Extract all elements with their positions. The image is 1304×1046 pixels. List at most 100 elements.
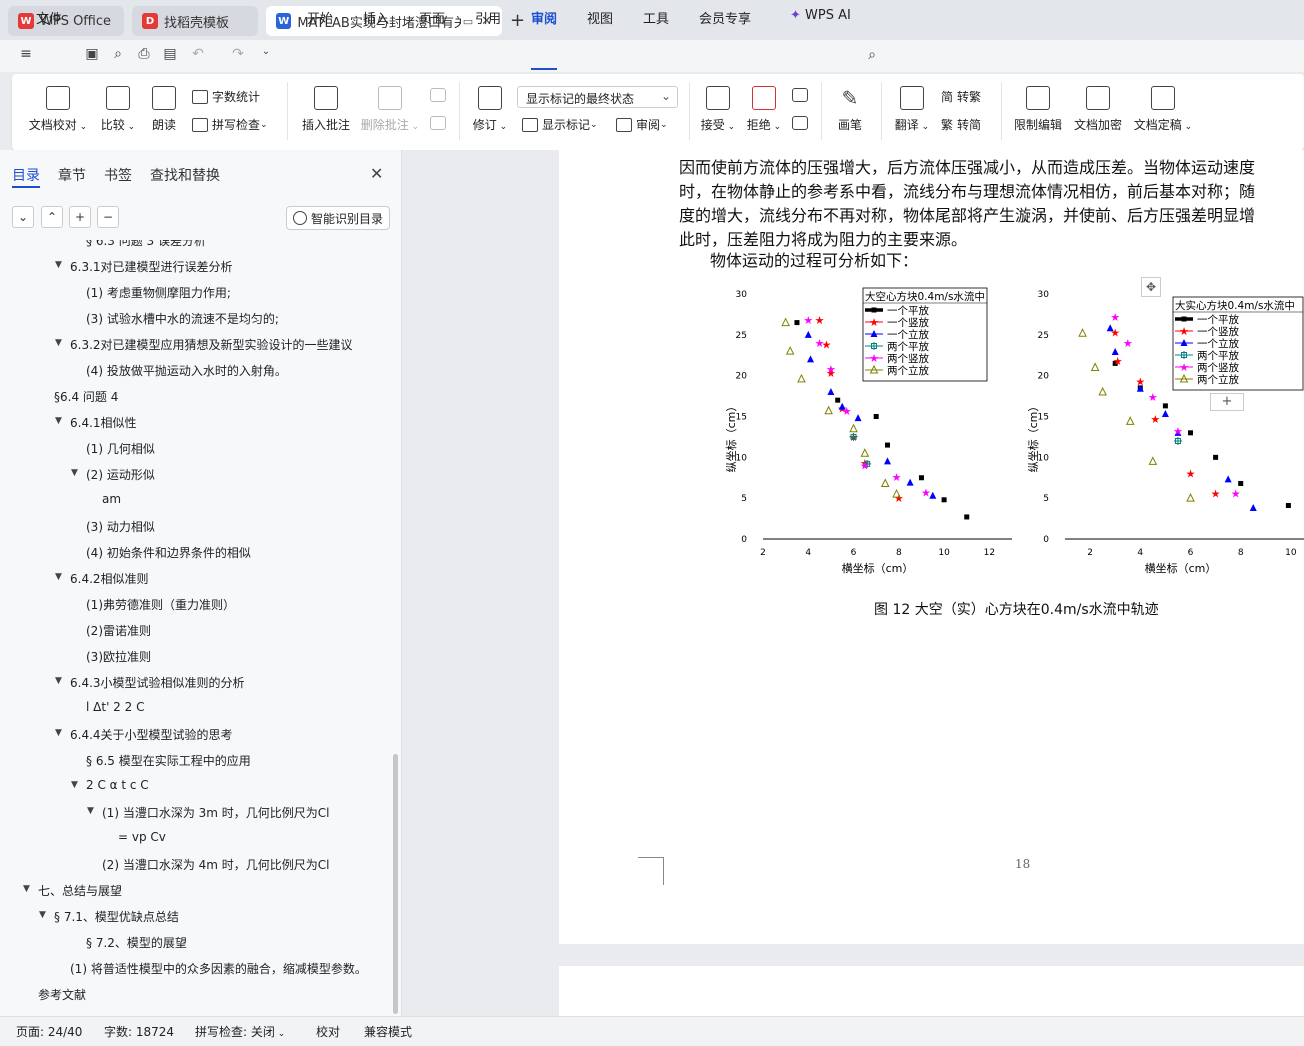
toc-item[interactable]: 6.4.4关于小型模型试验的思考 xyxy=(70,726,233,743)
toc-item[interactable]: §6.4 问题 4 xyxy=(54,388,118,405)
previous-comment-button[interactable] xyxy=(428,88,448,108)
tab-docer-templates[interactable]: D 找稻壳模板 xyxy=(132,6,258,36)
toc-item[interactable]: § 7.1、模型优缺点总结 xyxy=(54,908,179,925)
next-change-button[interactable] xyxy=(790,116,810,136)
toc-item[interactable]: (3)欧拉准则 xyxy=(86,648,151,665)
toc-item[interactable]: am xyxy=(102,492,121,506)
toc-item[interactable]: (2)雷诺准则 xyxy=(86,622,151,639)
toc-item[interactable]: l Δt' 2 2 C xyxy=(86,700,144,714)
toc-item[interactable]: (3) 试验水槽中水的流速不是均匀的; xyxy=(86,310,279,327)
menu-references[interactable]: 引用 xyxy=(475,8,501,27)
toc-item[interactable]: (3) 动力相似 xyxy=(86,518,155,535)
toc-item[interactable]: (4) 投放做平抛运动入水时的入射角。 xyxy=(86,362,287,379)
move-handle-icon[interactable]: ✥ xyxy=(1141,277,1161,297)
menu-tools[interactable]: 工具 xyxy=(643,8,669,27)
toc-expand-arrow-icon[interactable]: ▼ xyxy=(55,338,62,348)
save-icon[interactable]: ▣ xyxy=(84,46,100,62)
toc-item[interactable]: 七、总结与展望 xyxy=(38,882,122,899)
translate-button[interactable]: 翻译 ⌄ xyxy=(892,86,932,133)
toc-item[interactable]: (1) 几何相似 xyxy=(86,440,155,457)
smart-toc-button[interactable]: 智能识别目录 xyxy=(286,206,390,230)
toc-item[interactable]: (2) 运动形似 xyxy=(86,466,155,483)
toc-expand-arrow-icon[interactable]: ▼ xyxy=(39,910,46,920)
toc-expand-arrow-icon[interactable]: ▼ xyxy=(55,676,62,686)
toc-item[interactable]: = vp Cv xyxy=(118,830,166,844)
spell-check-status[interactable]: 拼写检查: 关闭 ⌄ xyxy=(195,1023,285,1040)
trajectory-chart-solid[interactable]: 2 4 6 8 10051015202530横坐标（cm）纵坐标（cm）★★★★★★★★… xyxy=(1013,278,1304,578)
sidebar-scrollbar[interactable] xyxy=(393,754,398,1014)
previous-change-button[interactable] xyxy=(790,88,810,108)
toc-expand-arrow-icon[interactable]: ▼ xyxy=(71,468,78,478)
to-simplified-button[interactable]: 繁转简 xyxy=(941,116,981,133)
tab-toc[interactable]: 目录 xyxy=(12,165,40,185)
toc-item[interactable]: (4) 初始条件和边界条件的相似 xyxy=(86,544,251,561)
reject-button[interactable]: 拒绝 ⌄ xyxy=(746,86,782,133)
toc-expand-arrow-icon[interactable]: ▼ xyxy=(55,572,62,582)
menu-review[interactable]: 审阅 xyxy=(531,8,557,27)
add-heading-button[interactable]: + xyxy=(69,206,91,228)
tab-find-replace[interactable]: 查找和替换 xyxy=(150,165,220,185)
trajectory-chart-hollow[interactable]: 2 4 6 8 10 12051015202530横坐标（cm）纵坐标（cm）★★★★★★… xyxy=(707,278,1037,578)
toc-item[interactable]: (1) 考虑重物侧摩阻力作用; xyxy=(86,284,231,301)
toc-expand-arrow-icon[interactable]: ▼ xyxy=(55,260,62,270)
toc-item[interactable]: 6.4.3小模型试验相似准则的分析 xyxy=(70,674,245,691)
toc-expand-arrow-icon[interactable]: ▼ xyxy=(87,806,94,816)
to-traditional-button[interactable]: 简转繁 xyxy=(941,88,981,105)
toc-item[interactable]: (1)弗劳德准则（重力准则） xyxy=(86,596,235,613)
image-add-button[interactable]: + xyxy=(1210,393,1244,411)
next-comment-button[interactable] xyxy=(428,116,448,136)
markup-state-select[interactable]: 显示标记的最终状态 ⌄ xyxy=(517,86,678,108)
print-preview-icon[interactable]: ▤ xyxy=(162,46,178,62)
toc-item[interactable]: 参考文献 xyxy=(38,986,86,1003)
hamburger-menu-icon[interactable]: ≡ xyxy=(18,46,34,62)
toc-expand-arrow-icon[interactable]: ▼ xyxy=(55,728,62,738)
doc-finalize-button[interactable]: 文档定稿 ⌄ xyxy=(1132,86,1194,133)
restrict-edit-button[interactable]: 限制编辑 xyxy=(1012,86,1064,133)
toc-item[interactable]: § 7.2、模型的展望 xyxy=(86,934,187,951)
toc-item[interactable]: 6.4.2相似准则 xyxy=(70,570,149,587)
menu-page[interactable]: 页面 xyxy=(419,8,445,27)
share-icon[interactable]: ⌕ xyxy=(110,46,126,62)
word-count-button[interactable]: 字数统计 xyxy=(192,88,260,105)
menu-membership[interactable]: 会员专享 xyxy=(699,8,751,27)
toc-item[interactable]: § 6.5 模型在实际工程中的应用 xyxy=(86,752,251,769)
page-indicator[interactable]: 页面: 24/40 xyxy=(16,1023,82,1040)
toc-expand-arrow-icon[interactable]: ▼ xyxy=(55,416,62,426)
pen-button[interactable]: ✎ 画笔 xyxy=(834,86,866,133)
toc-expand-arrow-icon[interactable]: ▼ xyxy=(71,780,78,790)
undo-icon[interactable]: ↶ xyxy=(190,46,206,62)
toc-expand-arrow-icon[interactable]: ▼ xyxy=(23,884,30,894)
tab-sections[interactable]: 章节 xyxy=(58,165,86,185)
word-count-indicator[interactable]: 字数: 18724 xyxy=(104,1023,174,1040)
show-markup-button[interactable]: 显示标记 ⌄ xyxy=(522,116,598,133)
accept-button[interactable]: 接受 ⌄ xyxy=(700,86,736,133)
toc-item[interactable]: 6.3.2对已建模型应用猜想及新型实验设计的一些建议 xyxy=(70,336,353,353)
new-tab-icon[interactable]: + xyxy=(510,10,525,31)
tab-wps-office[interactable]: W WPS Office xyxy=(8,6,124,36)
print-icon[interactable]: ⎙ xyxy=(136,46,152,62)
menu-file[interactable]: 文件 xyxy=(36,8,62,27)
menu-home[interactable]: 开始 xyxy=(307,8,333,27)
search-icon[interactable]: ⌕ xyxy=(864,47,880,63)
toc-item[interactable]: 2 C α t c C xyxy=(86,778,149,792)
review-pane-button[interactable]: 审阅 ⌄ xyxy=(616,116,668,133)
toc-item[interactable]: 6.4.1相似性 xyxy=(70,414,137,431)
expand-up-button[interactable]: ⌃ xyxy=(41,206,63,228)
doc-encrypt-button[interactable]: 文档加密 xyxy=(1072,86,1124,133)
remove-heading-button[interactable]: − xyxy=(97,206,119,228)
read-aloud-button[interactable]: 朗读 xyxy=(148,86,180,133)
toc-item[interactable]: (2) 当澧口水深为 4m 时，几何比例尺为Cl xyxy=(102,856,329,873)
toc-item[interactable]: § 6.3 问题 3 误差分析 xyxy=(86,240,206,249)
collapse-all-button[interactable]: ⌄ xyxy=(12,206,34,228)
track-changes-button[interactable]: 修订 ⌄ xyxy=(470,86,510,133)
insert-comment-button[interactable]: 插入批注 xyxy=(300,86,352,133)
close-icon[interactable]: ✕ xyxy=(370,164,383,183)
menu-view[interactable]: 视图 xyxy=(587,8,613,27)
menu-insert[interactable]: 插入 xyxy=(363,8,389,27)
wps-ai-button[interactable]: ✦ WPS AI xyxy=(790,8,851,23)
toc-item[interactable]: (1) 当澧口水深为 3m 时，几何比例尺为Cl xyxy=(102,804,329,821)
redo-icon[interactable]: ↷ xyxy=(230,46,246,62)
compare-button[interactable]: 比较 ⌄ xyxy=(98,86,138,133)
doc-check-button[interactable]: 文档校对 ⌄ xyxy=(28,86,88,133)
delete-comment-button[interactable]: 删除批注 ⌄ xyxy=(360,86,420,133)
